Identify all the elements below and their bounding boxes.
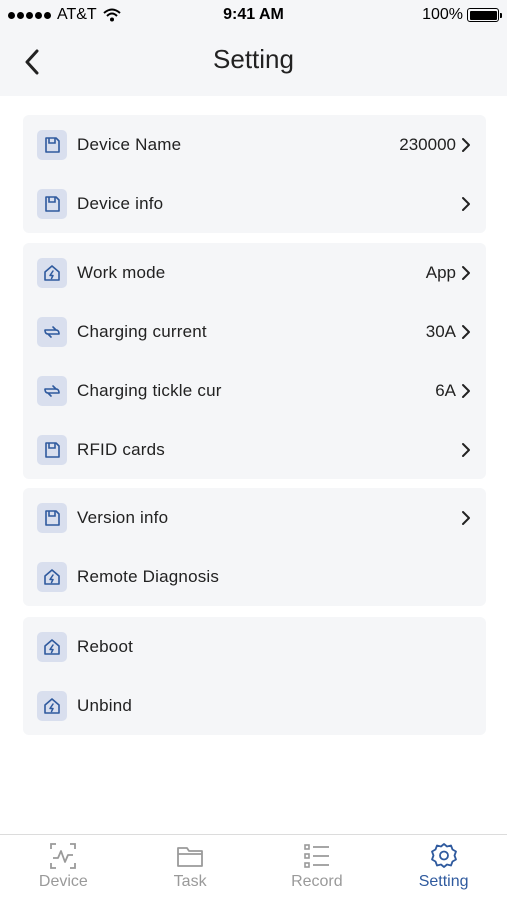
chevron-right-icon [460,442,472,458]
house-bolt-icon [37,690,67,721]
settings-group-device: Device Name 230000 Device info [23,115,486,233]
battery-percent: 100% [422,6,463,23]
tab-bar: Device Task Record Setting [0,834,507,900]
tab-label: Task [173,873,207,890]
status-bar: AT&T 9:41 AM 100% [0,0,507,32]
row-label: Device info [77,193,164,213]
chevron-right-icon [460,510,472,526]
page-title: Setting [213,44,294,74]
chevron-right-icon [460,324,472,340]
battery-icon [467,8,502,22]
row-version-info[interactable]: Version info [23,488,486,547]
chevron-right-icon [460,265,472,281]
row-label: Remote Diagnosis [77,566,220,586]
folder-icon [177,847,204,867]
row-label: Version info [77,507,169,527]
chevron-right-icon [460,196,472,212]
nav-bar: Setting [0,32,507,96]
row-label: Charging current [77,321,207,341]
save-icon [37,434,67,465]
row-device-info[interactable]: Device info [23,174,486,233]
row-reboot[interactable]: Reboot [23,617,486,676]
row-remote-diagnosis[interactable]: Remote Diagnosis [23,547,486,606]
house-bolt-icon [37,257,67,288]
row-label: Device Name [77,134,182,154]
row-charging-tickle-current[interactable]: Charging tickle cur 6A [23,361,486,420]
row-rfid-cards[interactable]: RFID cards [23,420,486,479]
house-bolt-icon [37,631,67,662]
row-charging-current[interactable]: Charging current 30A [23,302,486,361]
gear-icon [430,843,457,868]
row-work-mode[interactable]: Work mode App [23,243,486,302]
settings-group-info: Version info Remote Diagnosis [23,488,486,606]
row-value: 230000 [399,134,456,154]
swap-arrows-icon [37,316,67,347]
row-label: RFID cards [77,439,165,459]
tab-setting[interactable]: Setting [380,835,507,900]
row-label: Work mode [77,262,166,282]
save-icon [37,129,67,160]
chevron-right-icon [460,383,472,399]
tab-device[interactable]: Device [0,835,127,900]
swap-arrows-icon [37,375,67,406]
save-icon [37,502,67,533]
row-value: App [425,262,456,282]
row-value: 6A [435,380,456,400]
row-label: Reboot [77,636,134,656]
tab-label: Device [38,873,88,890]
row-label: Charging tickle cur [77,380,222,400]
tab-record[interactable]: Record [254,835,381,900]
tab-label: Record [291,873,343,890]
chevron-right-icon [460,137,472,153]
row-unbind[interactable]: Unbind [23,676,486,735]
tab-task[interactable]: Task [127,835,254,900]
house-bolt-icon [37,561,67,592]
row-device-name[interactable]: Device Name 230000 [23,115,486,174]
tab-label: Setting [418,873,469,890]
settings-group-actions: Reboot Unbind [23,617,486,735]
status-right: 100% [422,6,502,24]
settings-group-charging: Work mode App Charging current 30A Charg… [23,243,486,479]
save-icon [37,188,67,219]
pulse-chart-icon [50,843,77,869]
row-value: 30A [425,321,456,341]
list-icon [304,844,329,868]
row-label: Unbind [77,695,133,715]
